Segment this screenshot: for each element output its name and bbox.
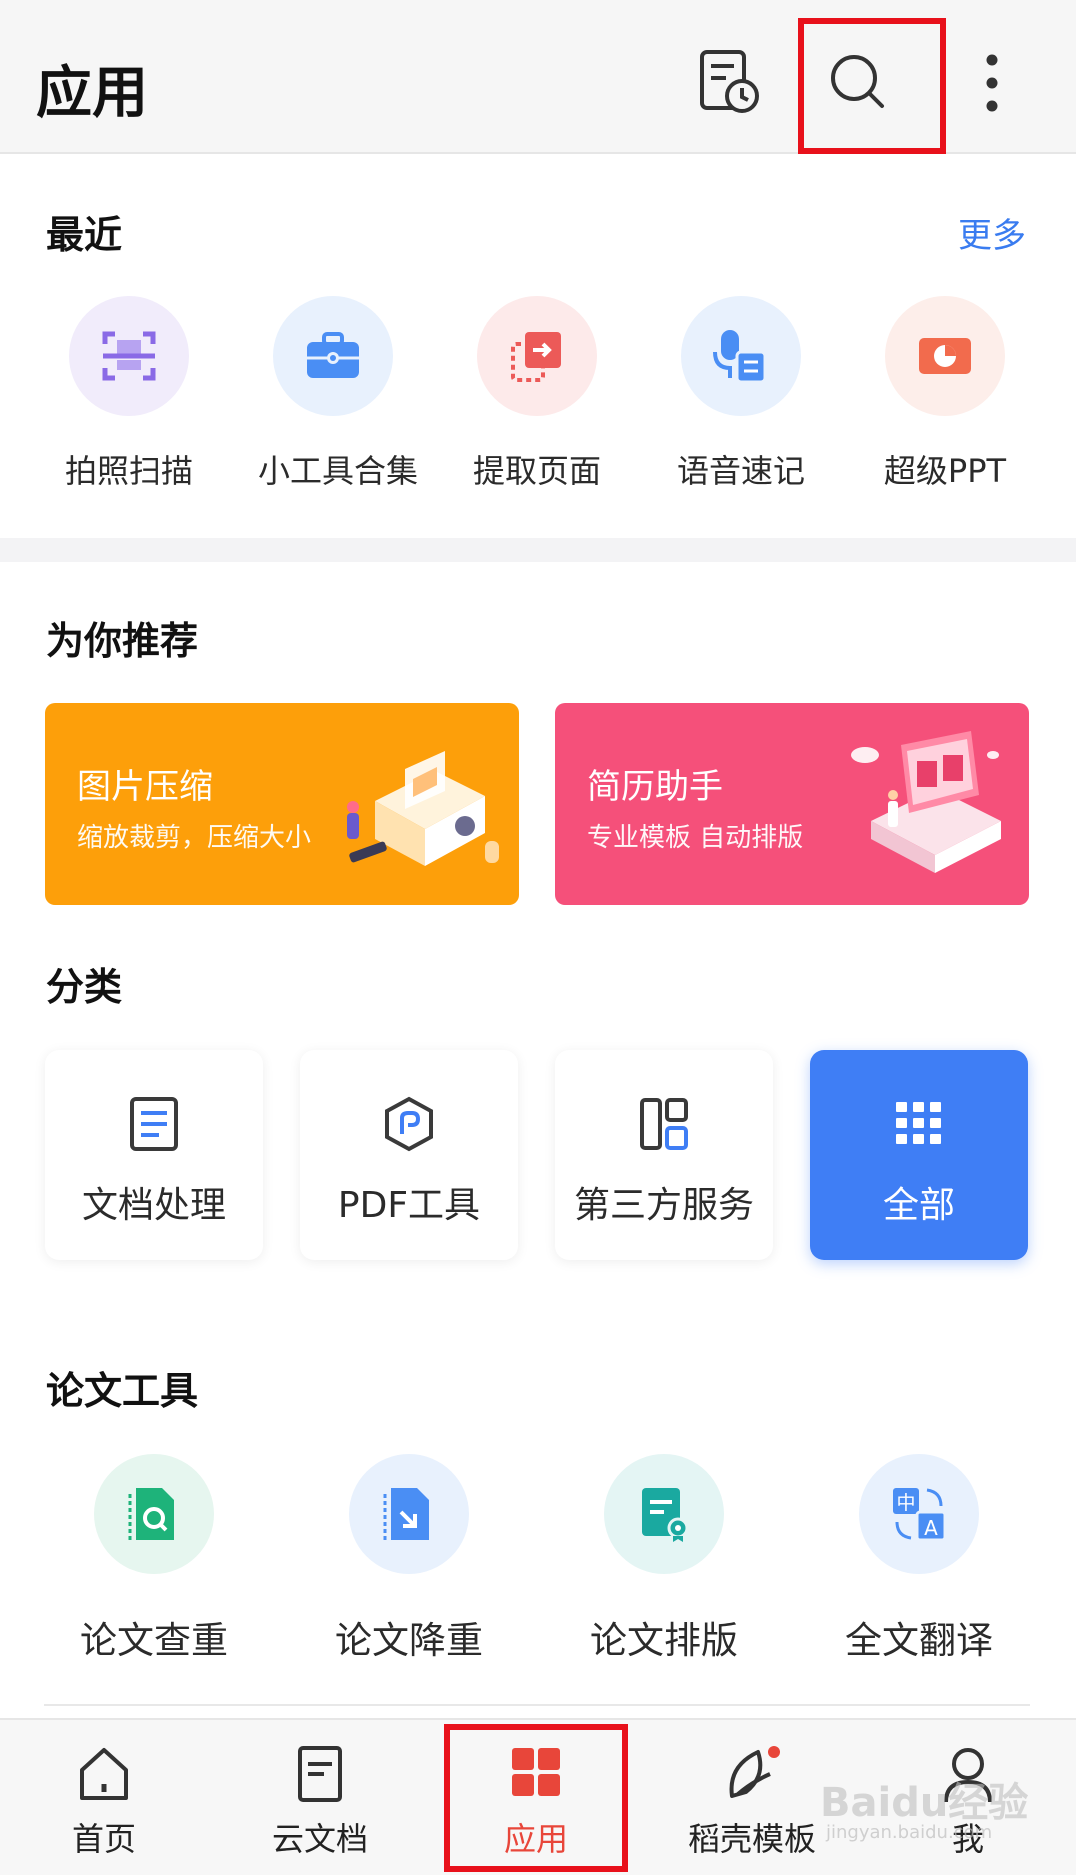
category-label: 第三方服务	[573, 1185, 754, 1226]
recent-label: 语音速记	[676, 452, 805, 490]
nav-label: 云文档	[271, 1820, 368, 1858]
pdf-hexagon-icon	[385, 1096, 433, 1152]
nav-templates[interactable]: 稻壳模板	[662, 1742, 842, 1860]
recent-label: 提取页面	[472, 452, 601, 490]
more-link[interactable]: 更多	[958, 208, 1026, 257]
thesis-format-icon	[642, 1488, 689, 1542]
section-divider	[0, 538, 1076, 562]
category-label: 文档处理	[81, 1185, 226, 1226]
resume-illustration	[851, 731, 1001, 873]
recent-item-extract[interactable]: 提取页面	[462, 296, 612, 492]
tool-label: 全文翻译	[845, 1619, 993, 1662]
cloud-doc-icon	[298, 1746, 342, 1802]
content-divider	[44, 1704, 1030, 1706]
page-title: 应用	[36, 61, 148, 126]
nav-label: 稻壳模板	[687, 1820, 816, 1858]
card-subtitle: 缩放裁剪，压缩大小	[77, 823, 312, 853]
recent-item-scan[interactable]: 拍照扫描	[54, 296, 204, 492]
plagiarism-check-icon	[128, 1488, 174, 1540]
card-subtitle: 专业模板 自动排版	[587, 823, 804, 853]
card-title: 简历助手	[587, 767, 723, 807]
thesis-format[interactable]: 论文排版	[564, 1454, 764, 1664]
translate-icon: 中 A	[893, 1488, 947, 1542]
recent-label: 小工具合集	[258, 452, 419, 490]
toolbox-icon	[307, 332, 359, 378]
home-icon	[80, 1748, 128, 1800]
all-apps-icon	[896, 1102, 941, 1144]
recent-item-toolbox[interactable]: 小工具合集	[258, 296, 419, 492]
image-compress-card[interactable]: 图片压缩 缩放裁剪，压缩大小	[45, 703, 519, 905]
document-icon	[130, 1097, 178, 1151]
history-doc-icon[interactable]	[696, 48, 760, 118]
recent-item-voice[interactable]: 语音速记	[666, 296, 816, 492]
category-document[interactable]: 文档处理	[45, 1050, 263, 1260]
apps-tab-highlight-box	[444, 1724, 628, 1872]
watermark-url: jingyan.baidu.com	[826, 1822, 993, 1843]
tool-label: 论文降重	[335, 1619, 483, 1662]
svg-text:中: 中	[896, 1492, 915, 1514]
category-all[interactable]: 全部	[810, 1050, 1028, 1260]
scan-icon	[102, 331, 156, 381]
category-section-title: 分类	[46, 965, 123, 1009]
category-pdf-tools[interactable]: PDF工具	[300, 1050, 518, 1260]
more-vertical-icon[interactable]	[968, 48, 1032, 118]
nav-home[interactable]: 首页	[14, 1742, 194, 1860]
thesis-reduce-duplicate[interactable]: 论文降重	[309, 1454, 509, 1664]
layout-grid-icon	[640, 1098, 688, 1150]
category-label: PDF工具	[337, 1185, 481, 1226]
recent-section-title: 最近	[46, 213, 123, 257]
recommend-section-title: 为你推荐	[46, 619, 199, 663]
recent-label: 拍照扫描	[64, 452, 193, 490]
category-label: 全部	[882, 1185, 955, 1226]
watermark: Baidu经验	[820, 1780, 1029, 1826]
reduce-duplicate-icon	[383, 1488, 429, 1540]
recent-label: 超级PPT	[883, 452, 1007, 490]
category-third-party[interactable]: 第三方服务	[555, 1050, 773, 1260]
resume-helper-card[interactable]: 简历助手 专业模板 自动排版	[555, 703, 1029, 905]
image-compress-illustration	[347, 751, 499, 866]
ppt-icon	[919, 338, 971, 374]
tool-label: 论文查重	[80, 1619, 228, 1662]
recent-item-ppt[interactable]: 超级PPT	[870, 296, 1020, 492]
thesis-plagiarism-check[interactable]: 论文查重	[54, 1454, 254, 1664]
thesis-section-title: 论文工具	[46, 1369, 199, 1413]
extract-page-icon	[511, 332, 561, 382]
tool-label: 论文排版	[590, 1619, 738, 1662]
nav-cloud-docs[interactable]: 云文档	[230, 1742, 410, 1860]
thesis-translate[interactable]: 中 A 全文翻译	[819, 1454, 1019, 1664]
voice-note-icon	[713, 330, 767, 384]
leaf-template-icon	[729, 1746, 780, 1798]
svg-text:A: A	[924, 1516, 938, 1540]
card-title: 图片压缩	[77, 767, 213, 807]
nav-label: 首页	[71, 1820, 136, 1858]
search-highlight-box	[798, 18, 946, 154]
